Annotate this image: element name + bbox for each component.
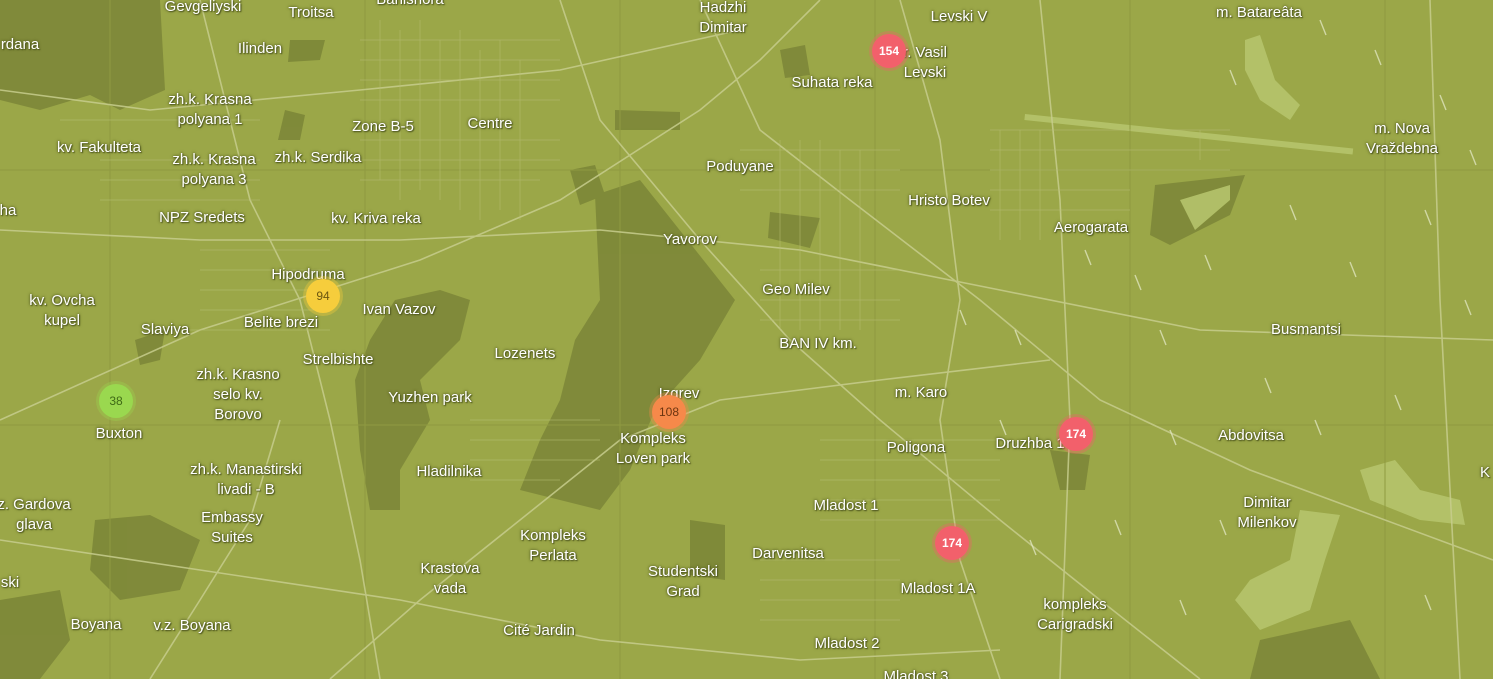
place-label-ivan-vazov: Ivan Vazov [362,301,436,318]
place-label-poduyane: Poduyane [706,158,774,175]
place-label-ha: ha [0,202,17,219]
aqi-marker-154[interactable]: 154 [872,34,906,68]
place-label-dimitar-milenkov: Dimitar Milenkov [1237,494,1297,531]
place-label-mladost-2: Mladost 2 [814,635,880,652]
place-label-krastova-vada: Krastova vada [420,560,480,597]
place-label-mladost-1a: Mladost 1A [900,580,976,597]
place-label-cite-jardin: Cité Jardin [503,622,575,639]
place-label-kv-fakulteta: kv. Fakulteta [57,139,141,156]
place-label-ardana: rdana [0,36,40,53]
place-label-k-edge: K [1479,464,1491,481]
map-canvas[interactable]: Gevgeliyski Troitsa Banishora HadzhiDimi… [0,0,1493,679]
place-label-centre: Centre [467,115,513,132]
place-label-boyana: Boyana [70,616,122,633]
place-label-lozenets: Lozenets [494,345,556,362]
place-label-loven-park: Kompleks Loven park [615,430,691,467]
place-label-krasno-selo: zh.k. Krasno selo kv. Borovo [196,366,280,423]
aqi-marker-108[interactable]: 108 [652,395,686,429]
place-label-levski-v: Levski V [930,8,988,25]
place-label-kriva-reka: kv. Kriva reka [331,210,421,227]
place-label-ski: ski [0,574,20,591]
place-label-studentski-grad: Studentski Grad [647,563,719,600]
place-label-gardova-glava: z. Gardova glava [0,496,71,533]
place-label-m-nova-vrazhdebna: m. Nova Vraždebna [1366,120,1438,157]
place-label-suhata-reka: Suhata reka [791,74,873,91]
place-label-slaviya: Slaviya [140,321,190,338]
place-label-hristo-botev: Hristo Botev [908,192,990,209]
aqi-marker-94[interactable]: 94 [306,279,340,313]
place-label-ban-iv-km: BAN IV km. [779,335,857,352]
place-label-strelbishte: Strelbishte [302,351,374,368]
place-label-vz-boyana: v.z. Boyana [153,617,231,634]
place-label-krasna-polyana-1: zh.k. Krasna polyana 1 [168,91,252,128]
place-label-mladost-3: Mladost 3 [883,668,949,679]
place-label-m-karo: m. Karo [894,384,948,401]
place-label-gevgeliyski: Gevgeliyski [164,0,242,15]
place-label-belite-brezi: Belite brezi [243,314,319,331]
place-label-aerogarata: Aerogarata [1053,219,1129,236]
place-label-m-batareata: m. Batareâta [1216,4,1302,21]
place-label-mladost-1: Mladost 1 [813,497,879,514]
place-label-buxton: Buxton [95,425,143,442]
place-label-carigradski: kompleks Carigradski [1037,596,1113,633]
place-label-hladilnika: Hladilnika [416,463,482,480]
place-label-embassy-suites: Embassy Suites [201,509,263,546]
place-label-hadzhi-dimitar: Hadzhi Dimitar [699,0,747,36]
place-label-abdovitsa: Abdovitsa [1218,427,1284,444]
place-label-vasil-levski: r. Vasil Levski [903,44,947,81]
place-label-troitsa: Troitsa [288,4,334,21]
aqi-marker-38[interactable]: 38 [99,384,133,418]
aqi-marker-174-druzhba[interactable]: 174 [1059,417,1093,451]
place-label-npz-sredets: NPZ Sredets [159,209,245,226]
place-label-manastirski: zh.k. Manastirski livadi - B [190,461,302,498]
place-label-ilinden: Ilinden [237,40,283,57]
place-label-poligona: Poligona [886,439,946,456]
place-label-darvenitsa: Darvenitsa [752,545,824,562]
place-label-zone-b5: Zone B-5 [352,118,414,135]
place-label-druzhba: Druzhba 1 [995,435,1065,452]
place-label-banishora: Banishora [376,0,444,10]
place-label-busmantsi: Busmantsi [1270,321,1342,338]
place-label-ovcha-kupel: kv. Ovcha kupel [29,292,95,329]
place-label-perlata: Kompleks Perlata [520,527,586,564]
place-label-geo-milev: Geo Milev [762,281,830,298]
place-label-yavorov: Yavorov [663,231,717,248]
aqi-marker-174-mladost[interactable]: 174 [935,526,969,560]
place-label-yuzhen-park: Yuzhen park [388,389,472,406]
place-label-krasna-polyana-3: zh.k. Krasna polyana 3 [172,151,256,188]
place-label-serdika: zh.k. Serdika [274,149,362,166]
